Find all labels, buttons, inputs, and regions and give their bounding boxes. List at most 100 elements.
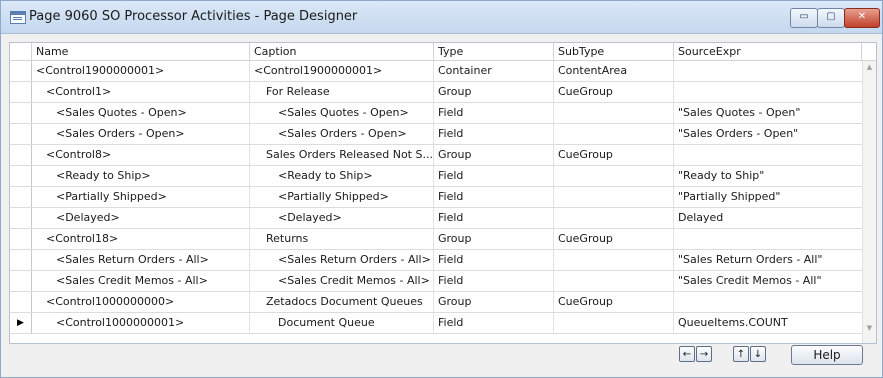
caption-cell[interactable]: Returns — [250, 229, 434, 249]
type-cell[interactable]: Field — [434, 208, 554, 228]
name-cell[interactable]: <Control1900000001> — [32, 61, 250, 81]
name-cell[interactable]: <Sales Return Orders - All> — [32, 250, 250, 270]
row-selector[interactable]: ▶ — [10, 313, 32, 333]
column-header-caption[interactable]: Caption — [250, 43, 434, 60]
subtype-cell[interactable] — [554, 250, 674, 270]
move-up-button[interactable]: ↑ — [733, 346, 749, 362]
subtype-cell[interactable]: CueGroup — [554, 145, 674, 165]
type-cell[interactable]: Field — [434, 187, 554, 207]
caption-cell[interactable]: Sales Orders Released Not S... — [250, 145, 434, 165]
caption-cell[interactable]: Zetadocs Document Queues — [250, 292, 434, 312]
row-selector[interactable] — [10, 229, 32, 249]
subtype-cell[interactable] — [554, 124, 674, 144]
help-button[interactable]: Help — [791, 345, 863, 365]
sourceexpr-cell[interactable] — [674, 292, 862, 312]
sourceexpr-cell[interactable]: Delayed — [674, 208, 862, 228]
row-selector[interactable] — [10, 61, 32, 81]
name-cell[interactable]: <Control8> — [32, 145, 250, 165]
sourceexpr-cell[interactable] — [674, 229, 862, 249]
type-cell[interactable]: Field — [434, 124, 554, 144]
row-selector[interactable] — [10, 187, 32, 207]
type-cell[interactable]: Group — [434, 292, 554, 312]
subtype-cell[interactable] — [554, 271, 674, 291]
type-cell[interactable]: Field — [434, 103, 554, 123]
sourceexpr-cell[interactable]: "Sales Credit Memos - All" — [674, 271, 862, 291]
table-row[interactable]: <Control8> Sales Orders Released Not S...… — [10, 145, 862, 166]
table-row[interactable]: <Sales Credit Memos - All> <Sales Credit … — [10, 271, 862, 292]
subtype-cell[interactable] — [554, 313, 674, 333]
subtype-cell[interactable] — [554, 187, 674, 207]
row-selector[interactable] — [10, 82, 32, 102]
caption-cell[interactable]: <Sales Credit Memos - All> — [250, 271, 434, 291]
table-row[interactable]: <Control1> For Release Group CueGroup — [10, 82, 862, 103]
name-cell[interactable]: <Ready to Ship> — [32, 166, 250, 186]
table-row[interactable]: <Control18> Returns Group CueGroup — [10, 229, 862, 250]
table-row[interactable]: <Ready to Ship> <Ready to Ship> Field "Read… — [10, 166, 862, 187]
sourceexpr-cell[interactable]: "Sales Quotes - Open" — [674, 103, 862, 123]
caption-cell[interactable]: <Sales Return Orders - All> — [250, 250, 434, 270]
move-left-button[interactable]: ← — [679, 346, 695, 362]
sourceexpr-cell[interactable] — [674, 61, 862, 81]
caption-cell[interactable]: <Sales Quotes - Open> — [250, 103, 434, 123]
subtype-cell[interactable] — [554, 103, 674, 123]
vertical-scrollbar[interactable]: ▲ ▼ — [862, 61, 876, 343]
name-cell[interactable]: <Delayed> — [32, 208, 250, 228]
sourceexpr-cell[interactable]: QueueItems.COUNT — [674, 313, 862, 333]
table-row[interactable]: <Delayed> <Delayed> Field Delayed — [10, 208, 862, 229]
name-cell[interactable]: <Partially Shipped> — [32, 187, 250, 207]
subtype-cell[interactable]: CueGroup — [554, 292, 674, 312]
table-row[interactable]: <Partially Shipped> <Partially Shipped> Fi… — [10, 187, 862, 208]
column-header-type[interactable]: Type — [434, 43, 554, 60]
caption-cell[interactable]: For Release — [250, 82, 434, 102]
scroll-up-icon[interactable]: ▲ — [863, 61, 876, 74]
subtype-cell[interactable]: ContentArea — [554, 61, 674, 81]
column-header-sourceexpr[interactable]: SourceExpr — [674, 43, 862, 60]
table-row[interactable]: <Sales Return Orders - All> <Sales Return… — [10, 250, 862, 271]
row-selector[interactable] — [10, 208, 32, 228]
type-cell[interactable]: Field — [434, 166, 554, 186]
row-selector[interactable] — [10, 166, 32, 186]
row-selector[interactable] — [10, 250, 32, 270]
move-down-button[interactable]: ↓ — [750, 346, 766, 362]
type-cell[interactable]: Container — [434, 61, 554, 81]
sourceexpr-cell[interactable] — [674, 82, 862, 102]
table-row[interactable]: <Sales Quotes - Open> <Sales Quotes - Ope… — [10, 103, 862, 124]
sourceexpr-cell[interactable] — [674, 145, 862, 165]
row-selector[interactable] — [10, 292, 32, 312]
type-cell[interactable]: Group — [434, 145, 554, 165]
minimize-button[interactable]: ▭ — [790, 8, 818, 28]
caption-cell[interactable]: <Partially Shipped> — [250, 187, 434, 207]
row-selector[interactable] — [10, 124, 32, 144]
row-selector[interactable] — [10, 271, 32, 291]
column-header-name[interactable]: Name — [32, 43, 250, 60]
sourceexpr-cell[interactable]: "Ready to Ship" — [674, 166, 862, 186]
name-cell[interactable]: <Sales Credit Memos - All> — [32, 271, 250, 291]
scroll-down-icon[interactable]: ▼ — [863, 322, 876, 335]
name-cell[interactable]: <Control18> — [32, 229, 250, 249]
subtype-cell[interactable]: CueGroup — [554, 229, 674, 249]
subtype-cell[interactable] — [554, 208, 674, 228]
table-row[interactable]: <Sales Orders - Open> <Sales Orders - Ope… — [10, 124, 862, 145]
row-selector[interactable] — [10, 103, 32, 123]
sourceexpr-cell[interactable]: "Sales Orders - Open" — [674, 124, 862, 144]
move-right-button[interactable]: → — [696, 346, 712, 362]
table-row[interactable]: <Control1900000001> <Control1900000001> Co… — [10, 61, 862, 82]
sourceexpr-cell[interactable]: "Partially Shipped" — [674, 187, 862, 207]
name-cell[interactable]: <Sales Quotes - Open> — [32, 103, 250, 123]
subtype-cell[interactable]: CueGroup — [554, 82, 674, 102]
type-cell[interactable]: Field — [434, 313, 554, 333]
maximize-button[interactable]: ▢ — [817, 8, 845, 28]
subtype-cell[interactable] — [554, 166, 674, 186]
caption-cell[interactable]: <Sales Orders - Open> — [250, 124, 434, 144]
caption-cell[interactable]: <Control1900000001> — [250, 61, 434, 81]
table-row[interactable]: <Control1000000000> Zetadocs Document Que… — [10, 292, 862, 313]
table-row[interactable]: ▶ <Control1000000001> Document Queue Field Q… — [10, 313, 862, 334]
type-cell[interactable]: Field — [434, 271, 554, 291]
name-cell[interactable]: <Sales Orders - Open> — [32, 124, 250, 144]
sourceexpr-cell[interactable]: "Sales Return Orders - All" — [674, 250, 862, 270]
row-selector[interactable] — [10, 145, 32, 165]
name-cell[interactable]: <Control1> — [32, 82, 250, 102]
caption-cell[interactable]: Document Queue — [250, 313, 434, 333]
caption-cell[interactable]: <Ready to Ship> — [250, 166, 434, 186]
type-cell[interactable]: Group — [434, 229, 554, 249]
